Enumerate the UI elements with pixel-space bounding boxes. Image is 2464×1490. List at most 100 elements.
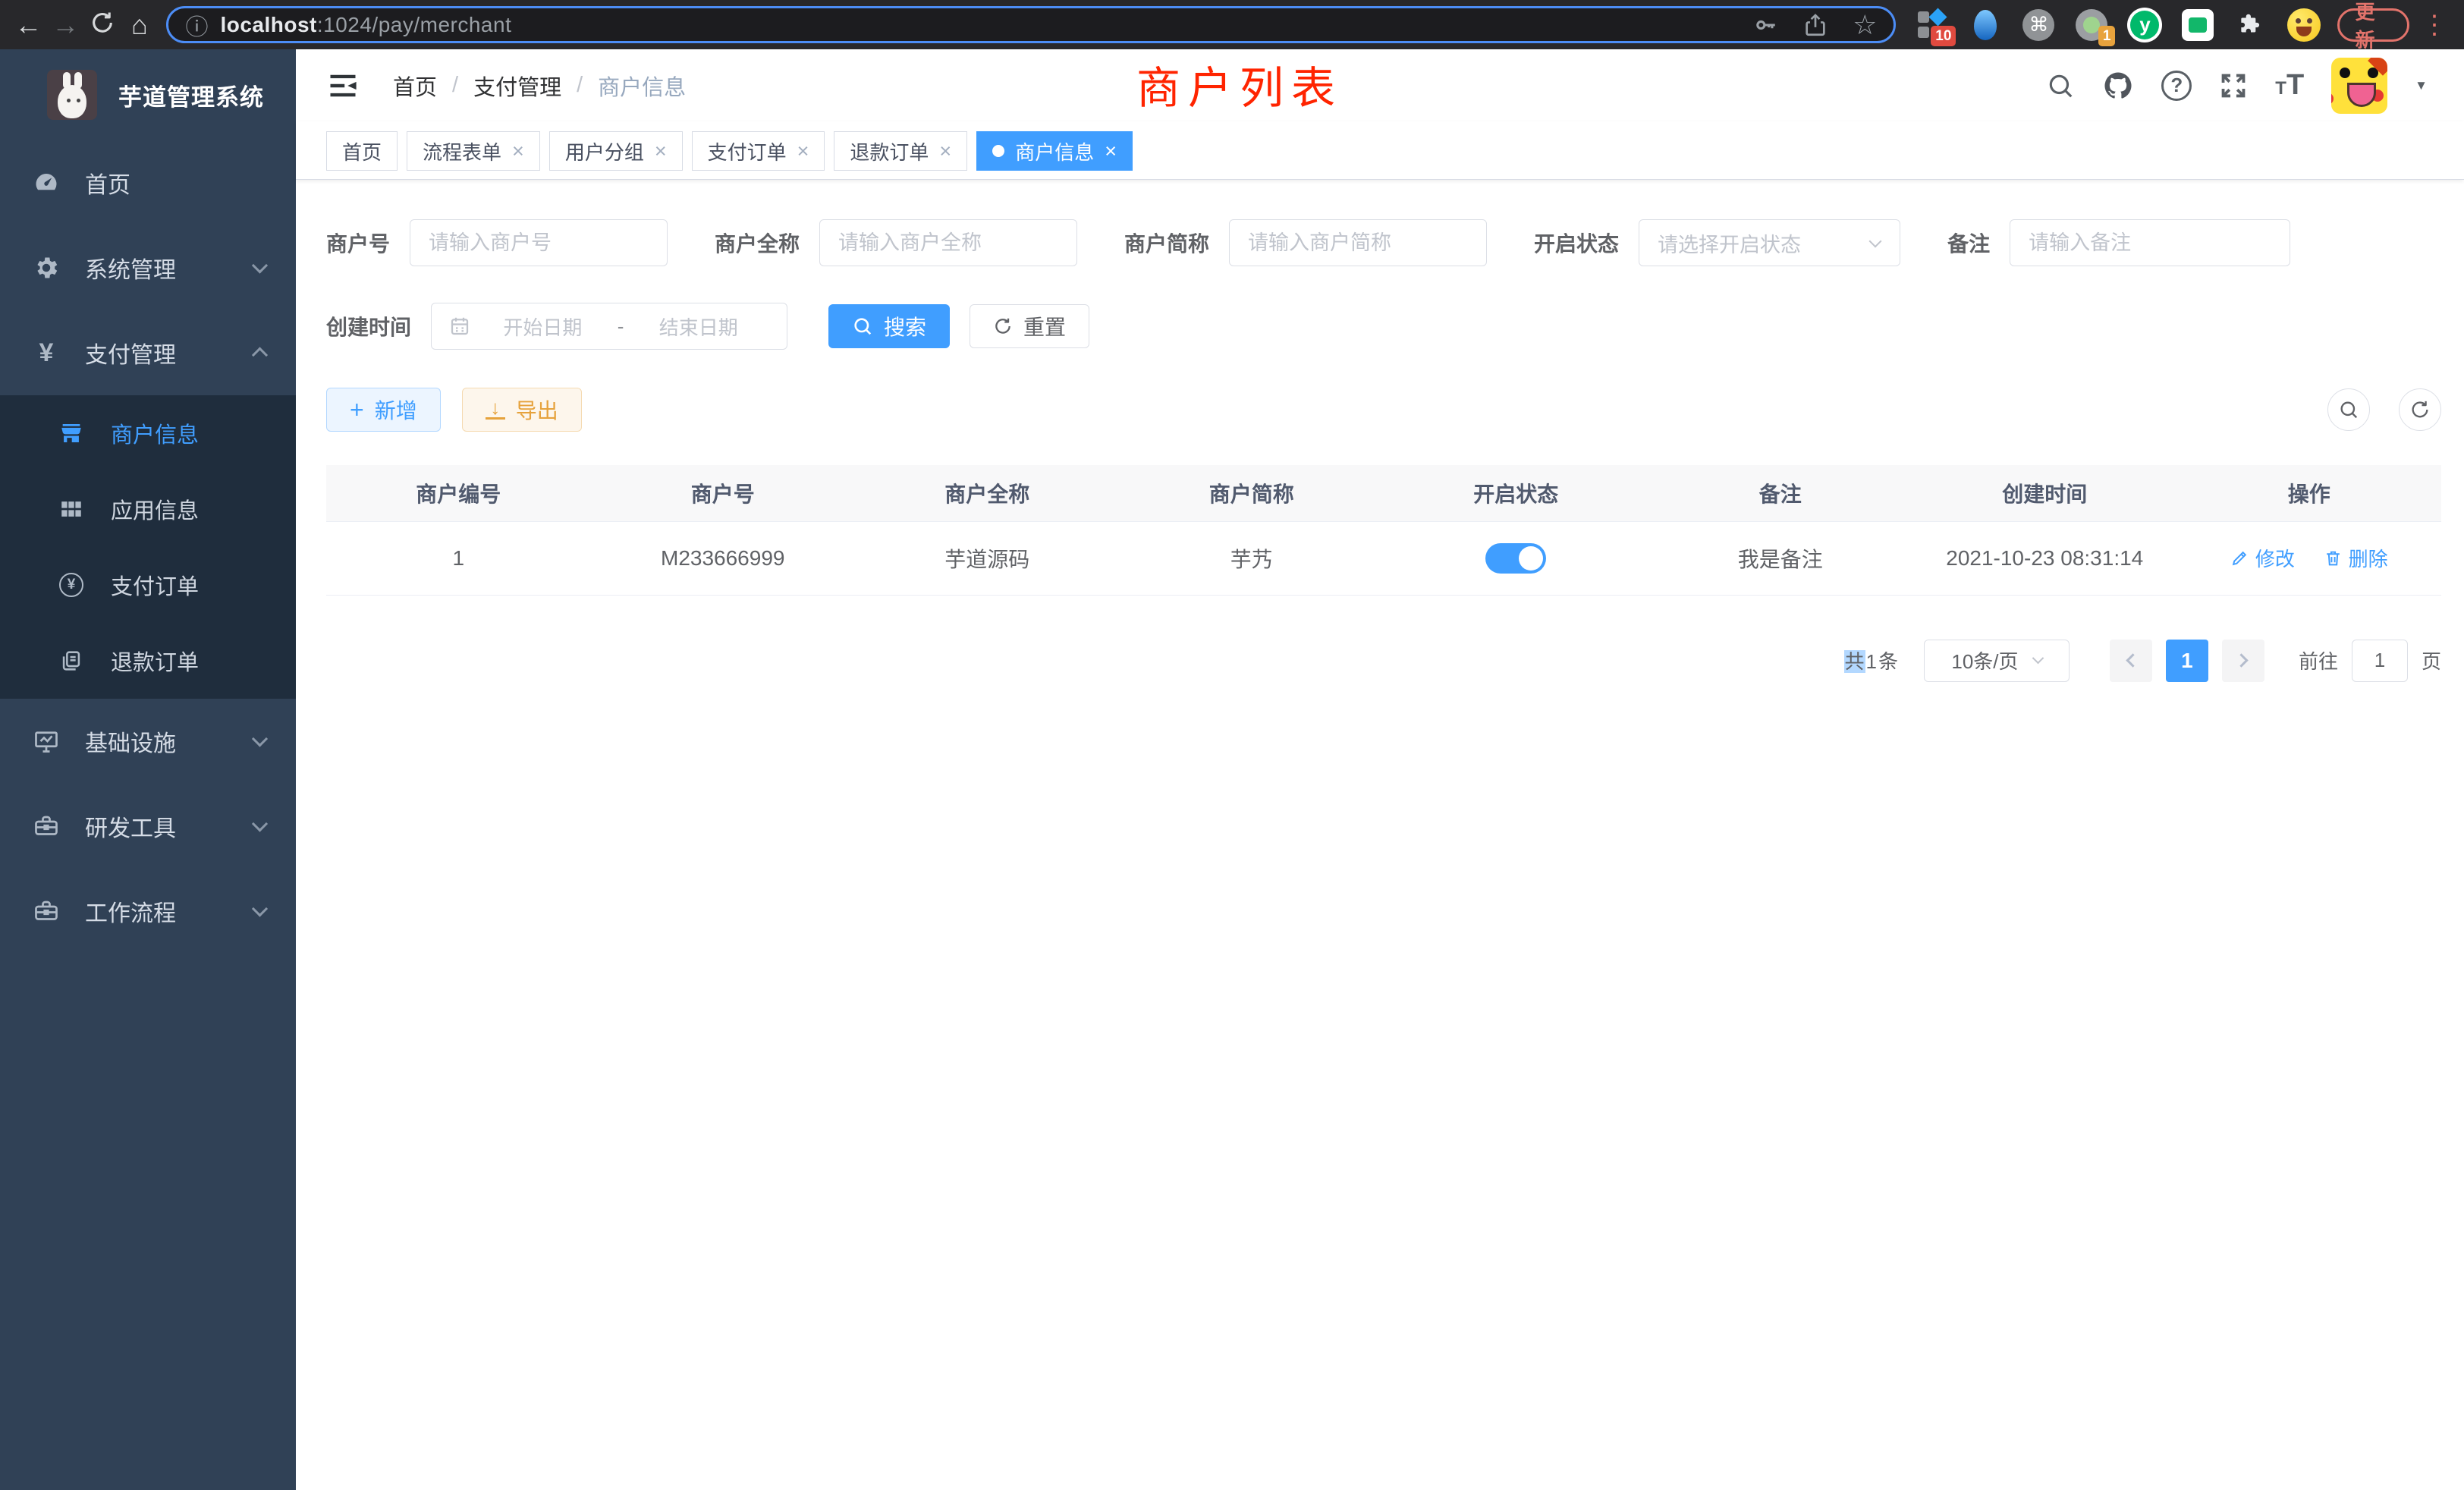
status-toggle[interactable] — [1485, 543, 1546, 574]
goto-label: 前往 — [2299, 646, 2338, 674]
sidebar-item-app-info[interactable]: 应用信息 — [0, 471, 296, 547]
site-info-icon[interactable]: ⓘ — [185, 8, 208, 42]
chrome-update-button[interactable]: 更新 — [2337, 8, 2409, 42]
fullscreen-icon[interactable] — [2219, 71, 2248, 100]
extension-target-icon[interactable]: 1 — [2073, 7, 2110, 43]
page-size-value: 10条/页 — [1951, 646, 2018, 674]
tab-close-icon[interactable]: × — [1105, 141, 1117, 162]
sidebar-item-system[interactable]: 系统管理 — [0, 225, 296, 310]
reset-button[interactable]: 重置 — [970, 304, 1089, 348]
export-button[interactable]: ↓ 导出 — [462, 388, 582, 432]
tab-process-form[interactable]: 流程表单 × — [407, 131, 540, 171]
refresh-icon — [2409, 399, 2431, 420]
full-name-input[interactable] — [819, 219, 1077, 266]
browser-reload-icon[interactable] — [85, 0, 121, 51]
col-remark: 备注 — [1648, 465, 1913, 521]
font-size-icon[interactable]: TT — [2275, 69, 2304, 102]
avatar-caret-icon[interactable]: ▼ — [2415, 78, 2428, 93]
tab-user-group[interactable]: 用户分组 × — [549, 131, 683, 171]
breadcrumb-separator: / — [452, 73, 458, 98]
tab-pay-order[interactable]: 支付订单× — [692, 131, 825, 171]
table-row: 1 M233666999 芋道源码 芋艿 我是备注 2021-10-23 08:… — [326, 521, 2441, 595]
help-icon[interactable]: ? — [2161, 71, 2192, 101]
cell-create-time: 2021-10-23 08:31:14 — [1912, 521, 2177, 595]
tab-label: 用户分组 — [565, 137, 644, 165]
sidebar-item-label: 首页 — [85, 166, 130, 200]
extensions-puzzle-icon[interactable] — [2233, 7, 2269, 43]
remark-input[interactable] — [2010, 219, 2290, 266]
sidebar-item-workflow[interactable]: 工作流程 — [0, 869, 296, 954]
pagination: 共1条 10条/页 1 前往 页 — [326, 640, 2441, 682]
share-icon[interactable] — [1802, 12, 1828, 38]
screen: ← → ⌂ ⓘ localhost:1024/pay/merchant ☆ 10… — [0, 0, 2464, 1490]
goto-page-input[interactable] — [2352, 640, 2408, 682]
sidebar-item-label: 工作流程 — [85, 894, 176, 928]
next-page-button[interactable] — [2222, 640, 2264, 682]
sidebar-item-infra[interactable]: 基础设施 — [0, 699, 296, 784]
tab-home[interactable]: 首页 — [326, 131, 398, 171]
cell-status — [1384, 521, 1648, 595]
tab-close-icon[interactable]: × — [939, 141, 951, 162]
refresh-table-button[interactable] — [2399, 388, 2441, 431]
tab-refund-order[interactable]: 退款订单× — [834, 131, 967, 171]
sidebar-item-home[interactable]: 首页 — [0, 140, 296, 225]
github-icon[interactable] — [2102, 70, 2134, 102]
tab-close-icon[interactable]: × — [512, 141, 524, 162]
browser-back-icon[interactable]: ← — [11, 0, 46, 49]
cell-actions: 修改 删除 — [2177, 521, 2442, 595]
page-number-button[interactable]: 1 — [2166, 640, 2208, 682]
add-button[interactable]: + 新增 — [326, 388, 441, 432]
tab-label: 流程表单 — [423, 137, 501, 165]
toolbox-icon — [30, 813, 62, 840]
page-size-select[interactable]: 10条/页 — [1924, 640, 2070, 682]
col-merchant-id: 商户编号 — [326, 465, 591, 521]
browser-extensions: 10 ⌘ 1 y — [1914, 7, 2322, 43]
extension-command-icon[interactable]: ⌘ — [2020, 7, 2057, 43]
edit-link[interactable]: 修改 — [2230, 544, 2295, 572]
browser-home-icon[interactable]: ⌂ — [122, 0, 158, 49]
extension-gem-icon[interactable] — [1967, 7, 2004, 43]
bookmark-star-icon[interactable]: ☆ — [1853, 11, 1877, 39]
export-button-label: 导出 — [516, 395, 558, 425]
breadcrumb-payment[interactable]: 支付管理 — [473, 70, 561, 102]
tab-merchant-info[interactable]: 商户信息× — [976, 131, 1133, 171]
merchant-no-label: 商户号 — [326, 228, 390, 258]
sidebar-item-label: 退款订单 — [111, 645, 199, 677]
extension-chat-icon[interactable] — [2180, 7, 2216, 43]
storefront-icon — [56, 420, 86, 446]
user-avatar[interactable] — [2331, 58, 2387, 114]
browser-forward-icon[interactable]: → — [48, 0, 83, 49]
sidebar-item-payment[interactable]: ¥ 支付管理 — [0, 310, 296, 395]
toggle-search-button[interactable] — [2327, 388, 2370, 431]
sidebar-item-pay-order[interactable]: ¥ 支付订单 — [0, 547, 296, 623]
col-create-time: 创建时间 — [1912, 465, 2177, 521]
chevron-down-icon — [1869, 235, 1882, 248]
delete-link[interactable]: 删除 — [2324, 544, 2388, 572]
prev-page-button[interactable] — [2110, 640, 2152, 682]
tab-close-icon[interactable]: × — [655, 141, 667, 162]
search-button[interactable]: 搜索 — [828, 304, 950, 348]
address-bar[interactable]: ⓘ localhost:1024/pay/merchant ☆ — [166, 6, 1896, 43]
create-time-range-picker[interactable]: 开始日期 - 结束日期 — [431, 303, 787, 350]
pagination-total-prefix: 共 — [1844, 650, 1865, 673]
status-select[interactable]: 请选择开启状态 — [1639, 219, 1900, 266]
profile-emoji-icon[interactable] — [2286, 7, 2322, 43]
password-key-icon[interactable] — [1752, 12, 1778, 38]
url-host: localhost — [220, 13, 316, 36]
tab-close-icon[interactable]: × — [797, 141, 809, 162]
sidebar-item-merchant-info[interactable]: 商户信息 — [0, 395, 296, 471]
breadcrumb-home[interactable]: 首页 — [393, 70, 437, 102]
sidebar-collapse-icon[interactable] — [326, 69, 360, 102]
monitor-icon — [30, 728, 62, 755]
cell-remark: 我是备注 — [1648, 521, 1913, 595]
sidebar-item-dev-tools[interactable]: 研发工具 — [0, 784, 296, 869]
col-merchant-no: 商户号 — [591, 465, 856, 521]
extension-blocks-icon[interactable]: 10 — [1914, 7, 1950, 43]
extension-yuque-icon[interactable]: y — [2126, 7, 2163, 43]
short-name-input[interactable] — [1229, 219, 1487, 266]
sidebar-item-refund-order[interactable]: 退款订单 — [0, 623, 296, 699]
search-icon[interactable] — [2046, 71, 2075, 100]
chrome-menu-icon[interactable]: ⋮ — [2422, 10, 2447, 40]
col-full-name: 商户全称 — [855, 465, 1120, 521]
merchant-no-input[interactable] — [410, 219, 668, 266]
